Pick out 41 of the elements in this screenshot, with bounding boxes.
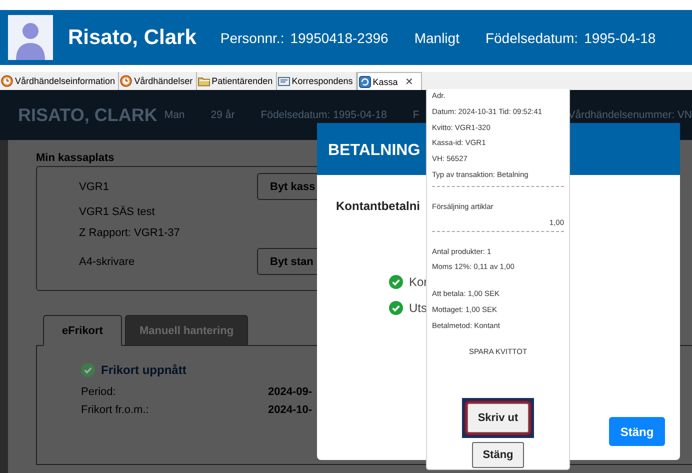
gender-text: Manligt xyxy=(414,30,460,46)
personnr-value: 19950418-2396 xyxy=(290,30,388,46)
folder-icon xyxy=(198,75,210,87)
field-label: Frikort fr.o.m.: xyxy=(81,404,150,418)
close-button[interactable]: Stäng xyxy=(609,417,665,446)
window-tab[interactable]: Korrespondens xyxy=(276,72,357,90)
header-field: 29 år xyxy=(210,109,235,121)
birth-date-value: 1995-04-18 xyxy=(584,30,656,46)
window-tab[interactable]: Patientärenden xyxy=(196,72,277,90)
birth-date-label: Födelsedatum: xyxy=(485,30,578,46)
avatar-silhouette xyxy=(8,15,53,60)
refresh-icon xyxy=(358,76,371,88)
close-button[interactable]: Stäng xyxy=(472,442,524,468)
print-button[interactable]: Skriv ut xyxy=(467,402,529,433)
patient-name: Risato, Clark xyxy=(68,26,196,50)
patient-name: RISATO, CLARK xyxy=(18,104,158,126)
section-title: Min kassaplats xyxy=(36,152,114,166)
check-icon xyxy=(81,363,95,377)
clock-icon xyxy=(1,75,13,87)
register-text: VGR1 xyxy=(79,180,110,192)
dialog-heading: Kontantbetalni xyxy=(336,199,420,213)
register-text: A4-skrivare xyxy=(79,256,136,268)
field-label: Period: xyxy=(81,386,117,400)
window-tab[interactable]: Vårdhändelser xyxy=(119,72,197,90)
field-value: 2024-10- xyxy=(268,404,312,418)
step-text: Kor xyxy=(409,275,428,289)
register-text: Z Rapport: VGR1-37 xyxy=(79,226,181,238)
header-field: F xyxy=(412,109,420,121)
clock-icon xyxy=(120,75,132,87)
step-text: Uts xyxy=(409,301,427,315)
header-field: Födelsedatum: 1995-04-18 xyxy=(260,109,387,121)
status-text: Frikort uppnått xyxy=(101,363,186,377)
envelope-icon xyxy=(278,75,290,87)
personnr-label: Personnr.: xyxy=(220,30,284,46)
field-value: 2024-09- xyxy=(268,386,312,400)
header-field: Man xyxy=(164,109,185,121)
header-field: Vårdhändelsenummer: VN xyxy=(568,109,692,121)
window-tab[interactable]: Vårdhändelseinformation xyxy=(0,72,120,90)
register-text: VGR1 SÄS test xyxy=(79,206,156,218)
window-tab[interactable]: Kassa ✕ xyxy=(356,72,422,90)
close-icon[interactable]: ✕ xyxy=(404,76,413,88)
